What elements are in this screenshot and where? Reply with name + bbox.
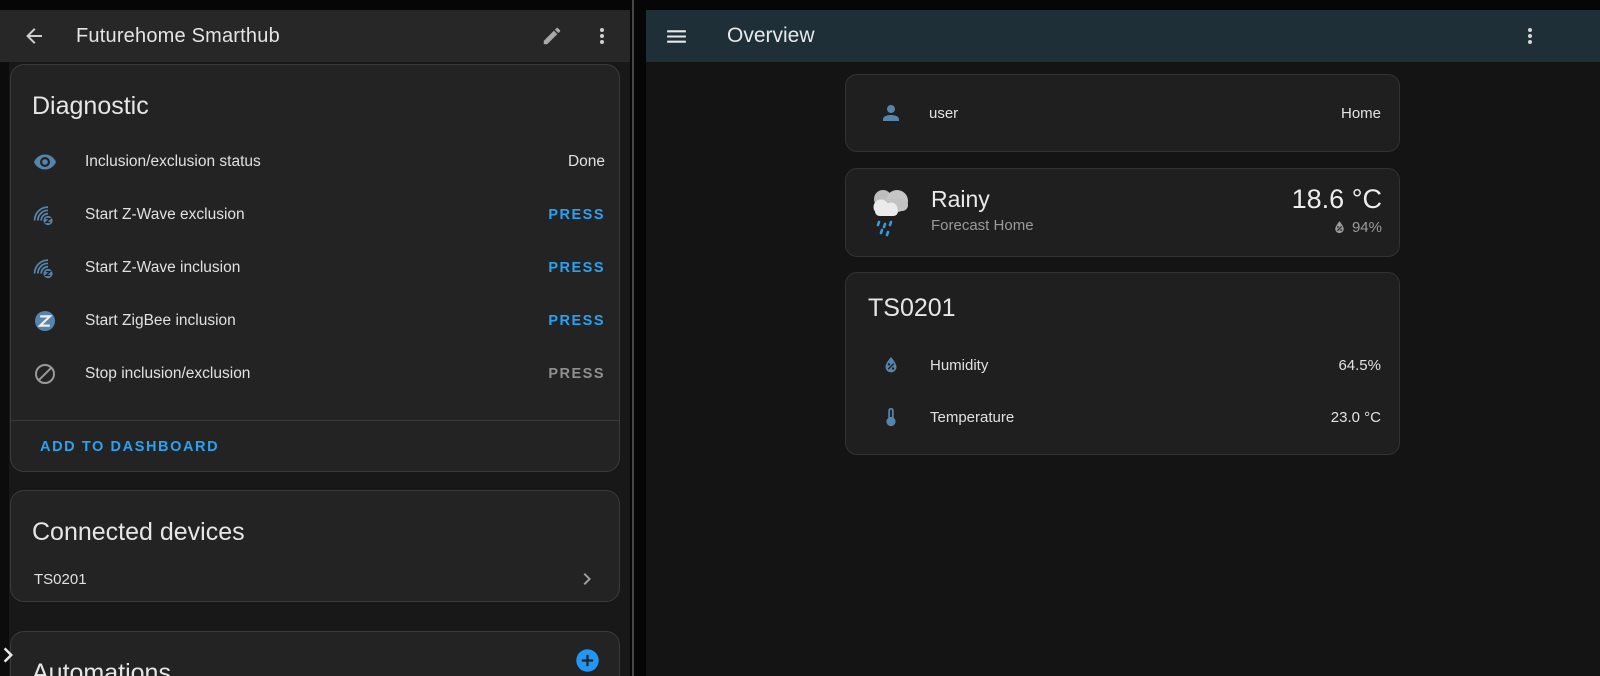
person-icon: [879, 101, 903, 125]
eye-icon: [33, 150, 57, 174]
press-button-disabled: PRESS: [548, 366, 605, 382]
press-button[interactable]: PRESS: [548, 313, 605, 329]
back-arrow-icon[interactable]: [22, 24, 46, 48]
device-page-content: Diagnostic Inclusion/exclusion status Do…: [0, 62, 630, 676]
row-inclusion-status[interactable]: Inclusion/exclusion status Done: [11, 135, 619, 188]
dashboard-title: Overview: [727, 24, 815, 48]
weather-condition: Rainy: [931, 185, 990, 213]
row-zwave-inclusion[interactable]: Start Z-Wave inclusion PRESS: [11, 241, 619, 294]
diagnostic-card: Diagnostic Inclusion/exclusion status Do…: [10, 64, 620, 472]
cancel-icon: [33, 362, 57, 386]
zigbee-icon: [33, 309, 57, 333]
hamburger-menu-icon[interactable]: [664, 24, 689, 49]
device-title: Futurehome Smarthub: [76, 25, 280, 48]
water-percent-icon: [880, 354, 902, 376]
row-stop-inclusion[interactable]: Stop inclusion/exclusion PRESS: [11, 347, 619, 400]
weather-humidity: 94%: [1331, 219, 1382, 236]
dashboard-window: Overview user Home: [646, 10, 1600, 676]
sensor-rows: Humidity 64.5% Temperature 23.0 °C: [846, 339, 1399, 443]
left-edge-shade: [0, 62, 9, 676]
temperature-value: 23.0 °C: [1331, 409, 1381, 426]
dashboard-content: user Home Rainy Forecast: [646, 62, 1600, 676]
zwave-icon: [33, 256, 57, 280]
zwave-icon: [33, 203, 57, 227]
chevron-right-icon: [575, 567, 599, 591]
thermometer-icon: [880, 406, 902, 428]
connected-devices-card: Connected devices TS0201: [10, 490, 620, 602]
press-button[interactable]: PRESS: [548, 207, 605, 223]
sensor-card-title: TS0201: [868, 293, 1399, 323]
user-entity-name: user: [929, 105, 1341, 122]
weather-rainy-icon: [866, 184, 916, 242]
add-automation-plus-icon[interactable]: [574, 647, 601, 674]
window-divider: [632, 0, 634, 676]
status-value: Done: [568, 153, 605, 171]
edit-pencil-icon[interactable]: [541, 25, 563, 47]
connected-device-name: TS0201: [34, 571, 575, 588]
automations-title: Automations: [32, 658, 619, 676]
diagnostic-card-title: Diagnostic: [32, 91, 619, 121]
weather-temperature: 18.6 °C: [1292, 183, 1382, 216]
weather-humidity-value: 94%: [1352, 219, 1382, 236]
temperature-row[interactable]: Temperature 23.0 °C: [846, 391, 1399, 443]
diagnostic-rows: Inclusion/exclusion status Done Start Z-…: [11, 135, 619, 400]
water-percent-icon: [1331, 219, 1348, 236]
row-zigbee-inclusion[interactable]: Start ZigBee inclusion PRESS: [11, 294, 619, 347]
humidity-row[interactable]: Humidity 64.5%: [846, 339, 1399, 391]
row-zwave-exclusion[interactable]: Start Z-Wave exclusion PRESS: [11, 188, 619, 241]
weather-card[interactable]: Rainy Forecast Home 18.6 °C 94%: [845, 168, 1400, 257]
dashboard-header: Overview: [646, 10, 1600, 62]
user-entity-card[interactable]: user Home: [845, 74, 1400, 152]
overflow-menu-icon[interactable]: [590, 24, 614, 48]
diagnostic-card-footer: ADD TO DASHBOARD: [11, 421, 619, 472]
sensor-card: TS0201 Humidity 64.5% Temperature 23.0 °…: [845, 272, 1400, 455]
humidity-value: 64.5%: [1338, 357, 1381, 374]
device-page-window: Futurehome Smarthub Diagnostic Inclusion…: [0, 10, 630, 676]
connected-device-row[interactable]: TS0201: [11, 553, 619, 605]
automations-card: Automations: [10, 631, 620, 676]
edge-chevron-icon: [0, 640, 23, 670]
device-page-header: Futurehome Smarthub: [0, 10, 630, 62]
dashboard-overflow-menu-icon[interactable]: [1518, 24, 1542, 48]
weather-source: Forecast Home: [931, 217, 1034, 234]
add-to-dashboard-button[interactable]: ADD TO DASHBOARD: [40, 439, 219, 455]
connected-devices-title: Connected devices: [32, 517, 619, 547]
press-button[interactable]: PRESS: [548, 260, 605, 276]
user-entity-state: Home: [1341, 105, 1381, 122]
